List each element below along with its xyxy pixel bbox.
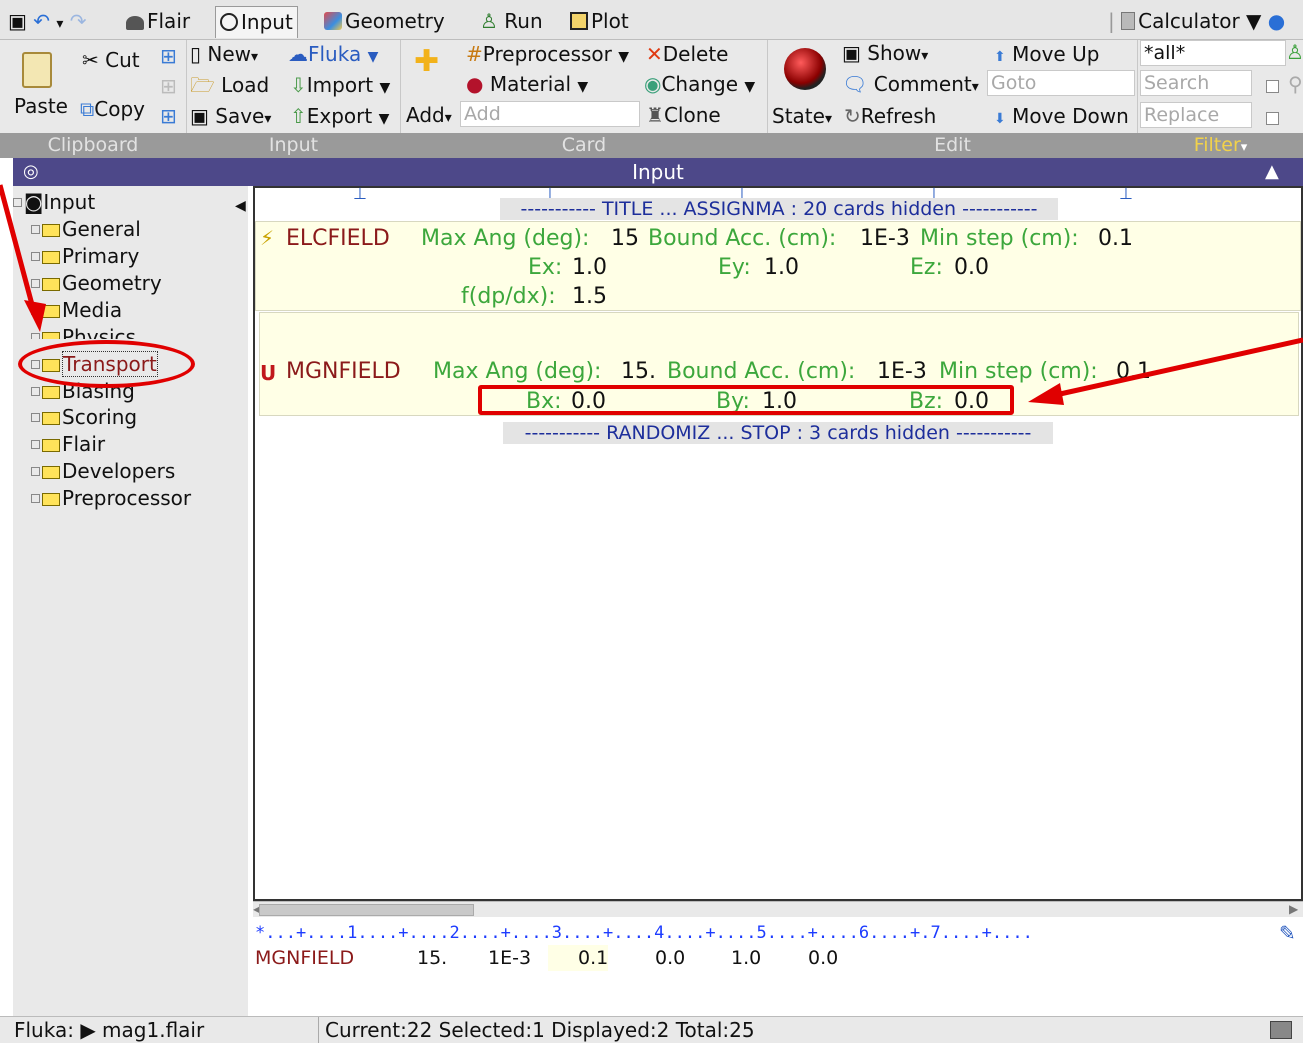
annotation-arrowhead-left bbox=[24, 300, 46, 332]
annotation-arrow-right bbox=[1059, 337, 1303, 397]
annotation-arrowhead-right bbox=[1028, 383, 1064, 405]
annotation-arrows bbox=[0, 184, 1303, 405]
annotation-arrow-left bbox=[0, 184, 37, 313]
